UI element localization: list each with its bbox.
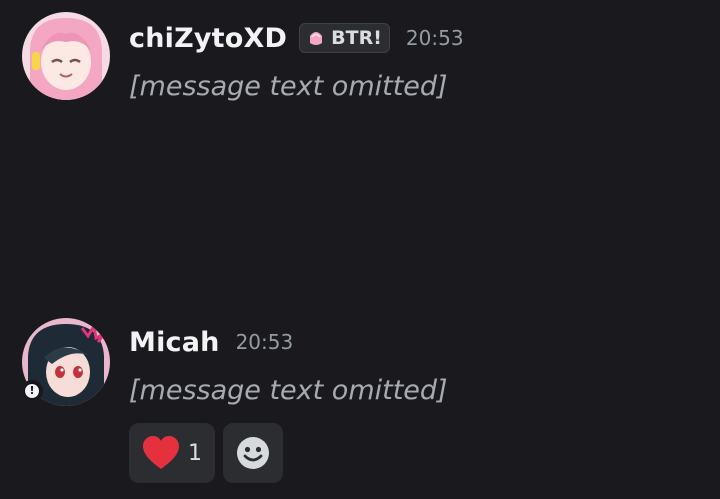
message-header: chiZytoXD BTR! 20:53 (129, 18, 464, 58)
add-reaction-button[interactable] (223, 423, 283, 483)
reaction-count: 1 (188, 440, 202, 466)
add-reaction-icon (237, 437, 269, 469)
message-body: [message text omitted] (129, 71, 448, 102)
message-body: [message text omitted] (129, 375, 448, 406)
chat-area: chiZytoXD BTR! 20:53 [message text omitt… (0, 0, 720, 499)
reactions-bar: 1 (129, 423, 283, 483)
server-tag-label: BTR! (331, 27, 382, 49)
username[interactable]: Micah (129, 327, 220, 358)
timestamp[interactable]: 20:53 (236, 330, 294, 354)
avatar[interactable] (22, 12, 110, 100)
username[interactable]: chiZytoXD (129, 23, 287, 54)
status-dot-icon: ! (21, 380, 43, 402)
message-header: Micah 20:53 (129, 322, 293, 362)
reaction-heart[interactable]: 1 (129, 423, 215, 483)
tag-gem-icon (310, 32, 323, 45)
server-tag[interactable]: BTR! (299, 23, 390, 53)
timestamp[interactable]: 20:53 (406, 26, 464, 50)
heart-emoji-icon (143, 436, 179, 469)
